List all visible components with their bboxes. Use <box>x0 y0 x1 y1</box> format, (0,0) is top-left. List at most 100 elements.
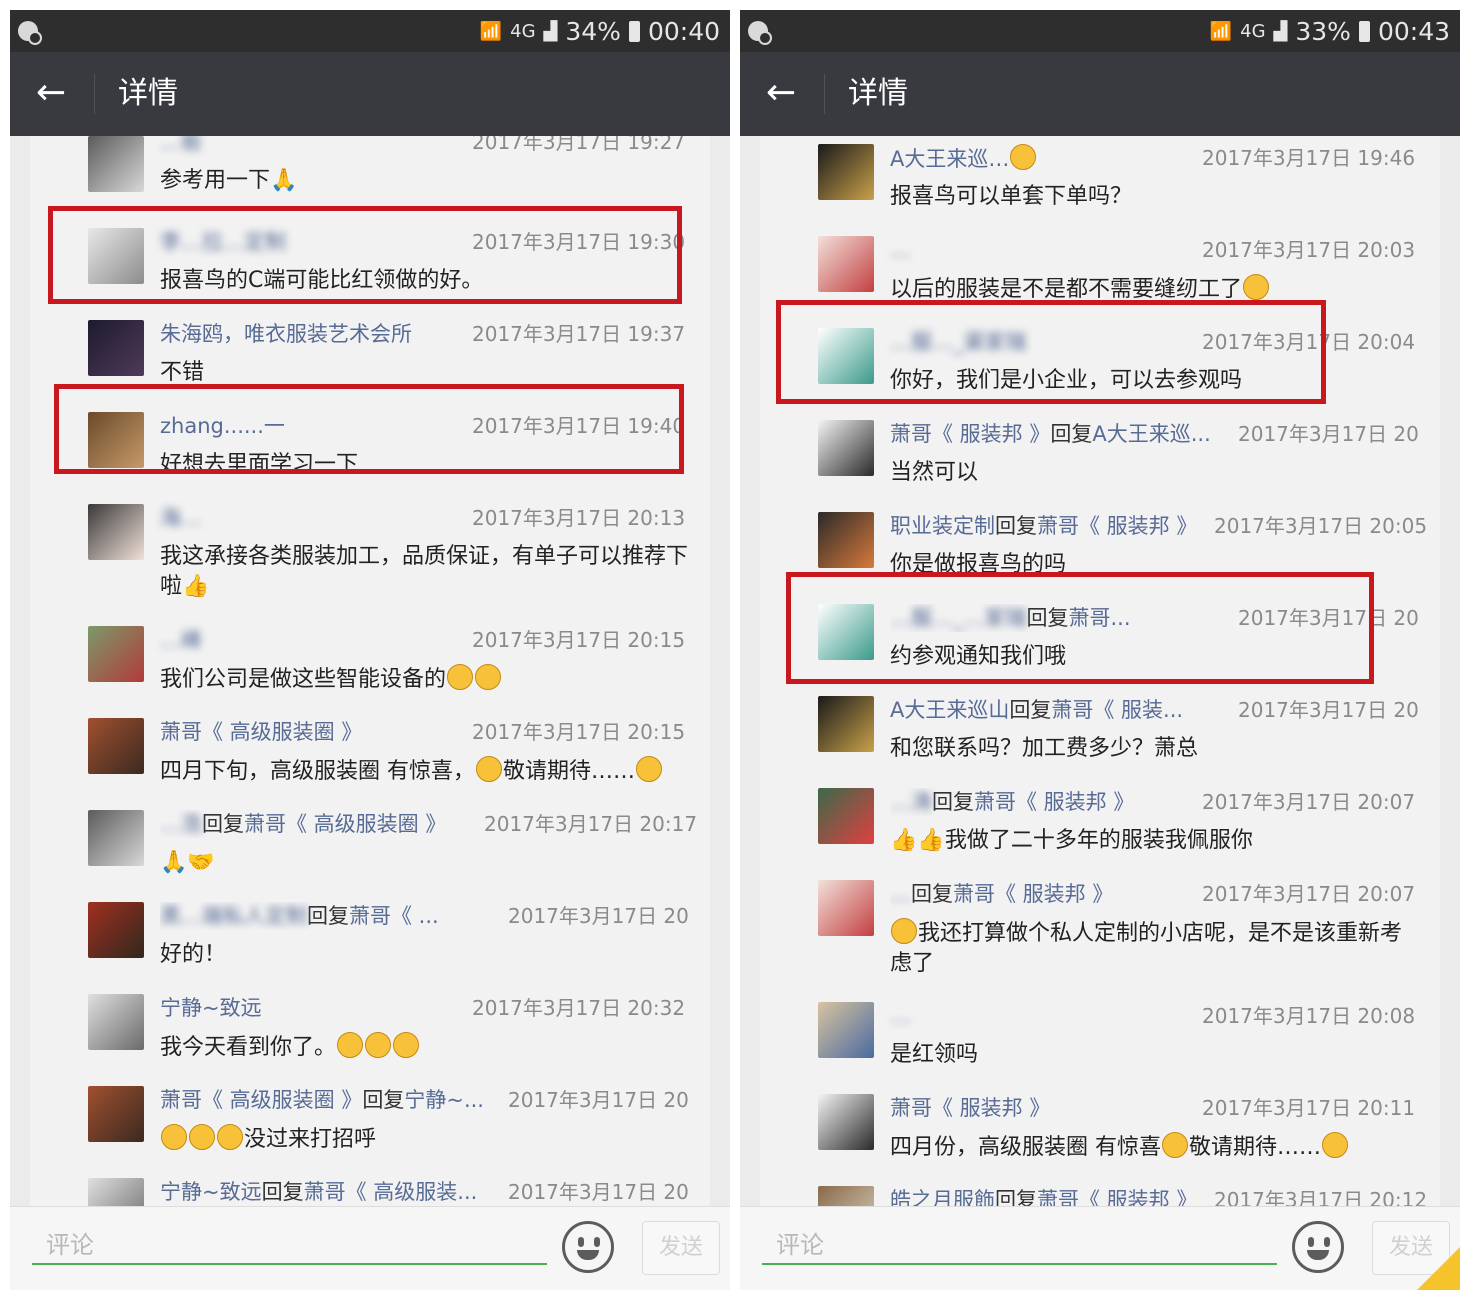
list-item: 皓之月服飾回复萧哥《 服装邦 》 2017年3月17日 20:12 <box>760 1186 1440 1206</box>
praying-hands-emoji: 🙏 <box>160 850 188 875</box>
reply-target-name[interactable]: 萧哥《 服装邦 》 <box>953 882 1113 906</box>
avatar[interactable] <box>818 512 874 568</box>
smirk-emoji <box>891 918 917 944</box>
avatar[interactable] <box>818 696 874 752</box>
commenter-name[interactable]: 朱海鸥，唯衣服装艺术会所 <box>160 320 412 348</box>
commenter-name[interactable]: 宁静~致远 <box>160 994 262 1022</box>
avatar[interactable] <box>88 810 144 866</box>
avatar[interactable] <box>818 1094 874 1150</box>
comment-text-body: 我做了二十多年的服装我佩服你 <box>944 828 1253 853</box>
commenter-name[interactable]: 宁静~致远 <box>160 1180 262 1204</box>
comment-input[interactable]: 评论 <box>762 1225 1277 1265</box>
avatar[interactable] <box>818 1186 874 1206</box>
commenter-name[interactable]: 萧哥《 服装邦 》 <box>890 422 1050 446</box>
commenter-name[interactable]: 萧哥《 高级服装圈 》 <box>160 718 362 746</box>
reply-label: 回复 <box>1050 422 1093 446</box>
commenter-name[interactable]: 海… <box>160 504 202 532</box>
reply-header: …浩回复萧哥《 高级服装圈 》 <box>160 810 480 838</box>
comment-time: 2017年3月17日 20:07 <box>1202 790 1416 814</box>
avatar[interactable] <box>818 1002 874 1058</box>
list-item: 宁静~致远回复萧哥《 高级服装... 2017年3月17日 20: <box>30 1178 710 1206</box>
reply-target-name[interactable]: 宁静~... <box>404 1088 484 1112</box>
commenter-name[interactable]: …峰 <box>160 626 202 654</box>
avatar[interactable] <box>88 320 144 376</box>
avatar[interactable] <box>88 626 144 682</box>
avatar[interactable] <box>88 504 144 560</box>
avatar[interactable] <box>818 788 874 844</box>
comment-text-tail: 敬请期待…… <box>1189 1135 1322 1160</box>
list-item: A大王来巡山回复萧哥《 服装... 2017年3月17日 20: 和您联系吗？加… <box>760 696 1440 788</box>
commenter-name[interactable]: A大王来巡山 <box>890 698 1009 722</box>
hug-emoji <box>636 756 663 782</box>
commenter-name[interactable]: … <box>890 882 911 906</box>
commenter-name[interactable]: 萧哥《 高级服装圈 》 <box>160 1088 362 1112</box>
comment-time: 2017年3月17日 20: <box>508 1180 690 1204</box>
reply-target-name[interactable]: A大王来巡... <box>1092 422 1210 446</box>
app-notification-icon <box>748 21 772 45</box>
comment-text: 和您联系吗？加工费多少？萧总 <box>890 736 1199 761</box>
commenter-name[interactable]: … <box>890 236 911 264</box>
commenter-name[interactable]: A大王来巡… <box>890 144 1037 173</box>
comment-bar: 评论 发送 <box>740 1206 1460 1290</box>
reply-target-name[interactable]: 萧哥《 ... <box>349 904 439 928</box>
back-arrow-icon[interactable]: ← <box>766 70 796 116</box>
avatar[interactable] <box>88 1086 144 1142</box>
thinking-emoji <box>1243 274 1270 300</box>
avatar[interactable] <box>818 420 874 476</box>
clock: 00:40 <box>647 16 720 46</box>
reply-target-name[interactable]: 萧哥《 服装... <box>1051 698 1183 722</box>
reply-target-name[interactable]: 萧哥《 服装邦 》 <box>974 790 1134 814</box>
comment-text-body: 四月下旬，高级服装圈 有惊喜， <box>160 759 475 784</box>
wifi-icon: 📶 <box>1209 20 1233 42</box>
commenter-name[interactable]: 职业装定制 <box>890 514 995 538</box>
reply-label: 回复 <box>307 904 349 928</box>
hug-emoji <box>1322 1132 1349 1158</box>
reply-header: 萧哥《 高级服装圈 》回复宁静~... <box>160 1086 490 1114</box>
send-button[interactable]: 发送 <box>642 1221 720 1275</box>
avatar[interactable] <box>818 880 874 936</box>
commenter-name[interactable]: 黑…端私人定制 <box>160 904 307 928</box>
battery-percent: 34% <box>565 16 621 46</box>
battery-percent: 33% <box>1295 16 1351 46</box>
comment-text: 我们公司是做这些智能设备的 <box>160 664 690 695</box>
reply-header: A大王来巡山回复萧哥《 服装... <box>890 696 1220 724</box>
emoji-icon[interactable] <box>1292 1221 1344 1273</box>
battery-icon <box>628 20 640 42</box>
thumbs-up-emoji: 👍 <box>917 828 945 853</box>
shy-emoji <box>161 1124 187 1150</box>
avatar[interactable] <box>88 994 144 1050</box>
avatar[interactable] <box>818 144 874 200</box>
commenter-name[interactable]: 萧哥《 服装邦 》 <box>890 1094 1050 1122</box>
praying-hands-emoji: 🙏 <box>270 168 298 193</box>
comment-time: 2017年3月17日 20:07 <box>1202 882 1416 906</box>
avatar[interactable] <box>88 1178 144 1206</box>
commenter-name[interactable]: …涛 <box>890 790 932 814</box>
red-highlight-box <box>776 300 1326 404</box>
commenter-name[interactable]: …浩 <box>160 812 202 836</box>
avatar[interactable] <box>88 718 144 774</box>
reply-target-name[interactable]: 萧哥《 高级服装... <box>304 1180 478 1204</box>
avatar[interactable] <box>88 902 144 958</box>
comment-time: 2017年3月17日 20:15 <box>472 720 686 744</box>
reply-header: 职业装定制回复萧哥《 服装邦 》 <box>890 512 1210 540</box>
comment-text-body: 我们公司是做这些智能设备的 <box>160 667 447 692</box>
commenter-name[interactable]: …砦 <box>160 136 202 156</box>
comment-time: 2017年3月17日 20:08 <box>1202 1004 1416 1028</box>
reply-target-name[interactable]: 萧哥《 服装邦 》 <box>1037 514 1197 538</box>
reply-target-name[interactable]: 萧哥《 高级服装圈 》 <box>244 812 446 836</box>
commenter-name[interactable]: … <box>890 1002 911 1030</box>
list-item: …回复萧哥《 服装邦 》 2017年3月17日 20:07 我还打算做个私人定制… <box>760 880 1440 1002</box>
emoji-icon[interactable] <box>562 1221 614 1273</box>
tiger-emoji <box>1010 144 1037 170</box>
title-divider <box>824 74 825 114</box>
commenter-name[interactable]: 皓之月服飾 <box>890 1188 995 1206</box>
comment-time: 2017年3月17日 20: <box>1238 698 1420 722</box>
avatar[interactable] <box>818 236 874 292</box>
comment-time: 2017年3月17日 20: <box>1238 422 1420 446</box>
back-arrow-icon[interactable]: ← <box>36 70 66 116</box>
avatar[interactable] <box>88 136 144 192</box>
comment-text-tail: 敬请期待…… <box>503 759 636 784</box>
comment-input[interactable]: 评论 <box>32 1225 547 1265</box>
reply-label: 回复 <box>995 1188 1037 1206</box>
reply-target-name[interactable]: 萧哥《 服装邦 》 <box>1037 1188 1197 1206</box>
